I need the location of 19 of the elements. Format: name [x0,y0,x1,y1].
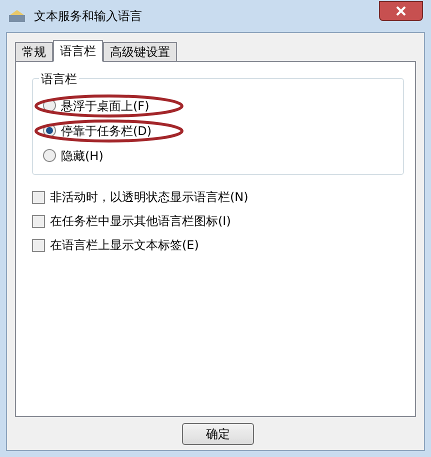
radio-label: 悬浮于桌面上(F) [61,98,150,114]
close-button[interactable] [379,1,423,21]
radio-button[interactable] [43,149,56,162]
radio-label: 停靠于任务栏(D) [61,122,152,140]
group-title: 语言栏 [39,70,79,88]
close-icon [396,6,406,16]
tab[interactable]: 高级键设置 [103,42,177,61]
checkbox[interactable] [32,238,45,252]
checkbox[interactable] [32,190,45,204]
checkbox-label: 非活动时，以透明状态显示语言栏(N) [50,189,248,206]
checkbox-label: 在任务栏中显示其他语言栏图标(I) [50,213,231,230]
tab[interactable]: 语言栏 [53,40,103,62]
tab[interactable]: 常规 [15,42,53,61]
checkbox-label: 在语言栏上显示文本标签(E) [50,237,199,254]
radio-label: 隐藏(H) [61,148,104,164]
checkbox[interactable] [32,214,45,228]
window-title: 文本服务和输入语言 [34,8,142,25]
ok-button[interactable]: 确定 [182,422,254,444]
app-icon [8,9,26,23]
